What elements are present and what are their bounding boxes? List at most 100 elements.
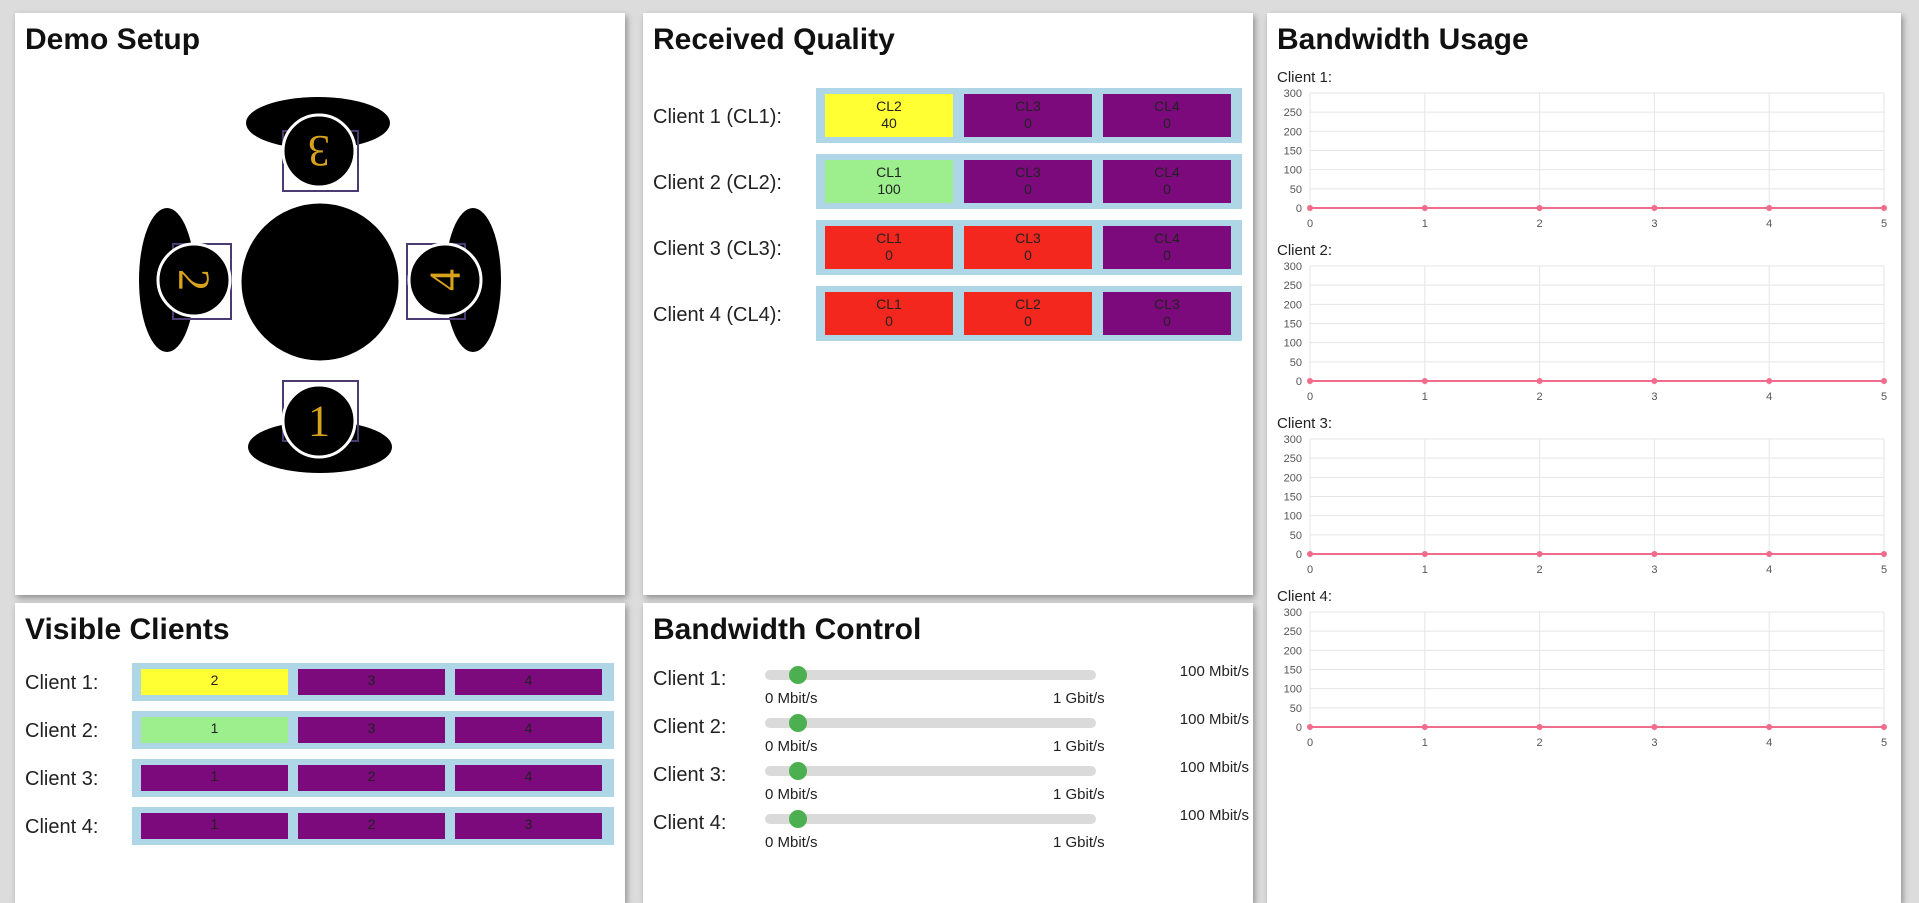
- received-quality-title: Received Quality: [653, 23, 895, 56]
- bandwidth-min-label: 0 Mbit/s: [765, 690, 818, 707]
- x-tick-label: 1: [1422, 391, 1428, 403]
- visible-row-label: Client 4:: [25, 816, 99, 838]
- data-point: [1421, 551, 1428, 557]
- visible-cell: 2: [141, 669, 288, 695]
- table-diagram: 3 2 4 1: [139, 97, 501, 473]
- quality-cells: CL1 0 CL3 0 CL4 0: [816, 220, 1242, 275]
- data-point: [1421, 205, 1428, 211]
- bandwidth-row-label: Client 2:: [653, 716, 727, 738]
- visible-cells: 123: [132, 807, 614, 845]
- data-point: [1766, 205, 1773, 211]
- seat-3-label: 3: [308, 127, 330, 176]
- seat-1-label: 1: [308, 397, 330, 446]
- usage-chart-plot: 0 50 100 150 200 250 300 0 1 2 3 4 5: [1284, 434, 1887, 576]
- x-tick-label: 2: [1537, 218, 1543, 230]
- bandwidth-slider[interactable]: [765, 762, 1096, 780]
- quality-cell-value: 0: [1163, 313, 1171, 329]
- usage-chart-plot: 0 50 100 150 200 250 300 0 1 2 3 4 5: [1284, 261, 1887, 403]
- quality-cell: CL3 0: [1103, 292, 1231, 335]
- quality-row: Client 1 (CL1): CL2 40 CL3 0 CL4 0: [653, 88, 1243, 144]
- data-point: [1881, 551, 1887, 557]
- y-tick-label: 200: [1284, 645, 1302, 657]
- x-tick-label: 3: [1651, 218, 1657, 230]
- bandwidth-usage-title: Bandwidth Usage: [1277, 23, 1529, 56]
- quality-cell: CL1 0: [825, 292, 953, 335]
- x-tick-label: 4: [1766, 737, 1772, 749]
- bandwidth-slider-thumb[interactable]: [789, 666, 808, 684]
- data-point: [1421, 378, 1428, 384]
- x-tick-label: 5: [1881, 391, 1887, 403]
- data-point: [1766, 378, 1773, 384]
- quality-cell-client: CL4: [1154, 164, 1180, 180]
- data-point: [1766, 724, 1773, 730]
- data-point: [1421, 724, 1428, 730]
- visible-cell: 1: [141, 813, 288, 839]
- seat-2: 2: [139, 208, 232, 352]
- quality-cell: CL1 100: [825, 160, 953, 203]
- visible-row: Client 1: 2 3 4: [25, 663, 615, 703]
- visible-row: Client 4: 1 2 3: [25, 807, 615, 847]
- quality-cell-value: 0: [1024, 247, 1032, 263]
- y-tick-label: 0: [1296, 722, 1302, 734]
- y-tick-label: 300: [1284, 607, 1302, 619]
- table-circle: [238, 200, 402, 364]
- visible-cell: 4: [455, 669, 602, 695]
- visible-cell: 1: [141, 765, 288, 791]
- y-tick-label: 50: [1290, 703, 1302, 715]
- quality-cells: CL2 40 CL3 0 CL4 0: [816, 88, 1242, 143]
- x-tick-label: 4: [1766, 564, 1772, 576]
- seat-3: 3: [246, 97, 390, 192]
- visible-clients-panel: Visible Clients Client 1: 2 3 4 Client 2: 1 3 4…: [15, 603, 625, 903]
- usage-chart-title: Client 3:: [1277, 415, 1333, 432]
- usage-chart-plot: 0 50 100 150 200 250 300 0 1 2 3 4 5: [1284, 607, 1887, 749]
- x-tick-label: 3: [1651, 737, 1657, 749]
- quality-cell-value: 0: [1024, 313, 1032, 329]
- bandwidth-min-label: 0 Mbit/s: [765, 738, 818, 755]
- data-point: [1307, 551, 1313, 557]
- y-tick-label: 250: [1284, 626, 1302, 638]
- visible-cells: 234: [132, 663, 614, 701]
- bandwidth-usage-panel: Bandwidth Usage Client 1: 0 50 100 150 200 250…: [1267, 13, 1901, 903]
- data-point: [1766, 551, 1773, 557]
- x-tick-label: 4: [1766, 391, 1772, 403]
- bandwidth-control-title: Bandwidth Control: [653, 613, 922, 646]
- quality-cell-client: CL4: [1154, 98, 1180, 114]
- quality-cells: CL1 100 CL3 0 CL4 0: [816, 154, 1242, 209]
- y-tick-label: 100: [1284, 338, 1302, 350]
- quality-cell-client: CL3: [1015, 230, 1041, 246]
- y-tick-label: 200: [1284, 472, 1302, 484]
- bandwidth-value: 100 Mbit/s: [1179, 663, 1249, 680]
- y-tick-label: 150: [1284, 492, 1302, 504]
- y-tick-label: 0: [1296, 549, 1302, 561]
- quality-cells: CL1 0 CL2 0 CL3 0: [816, 286, 1242, 341]
- bandwidth-slider[interactable]: [765, 666, 1096, 684]
- y-tick-label: 150: [1284, 319, 1302, 331]
- quality-cell-value: 0: [885, 247, 893, 263]
- visible-cell: 3: [298, 669, 445, 695]
- quality-cell-client: CL3: [1015, 164, 1041, 180]
- usage-chart-title: Client 4:: [1277, 588, 1333, 605]
- bandwidth-min-label: 0 Mbit/s: [765, 834, 818, 851]
- seat-1: 1: [248, 380, 392, 473]
- bandwidth-slider-thumb[interactable]: [789, 762, 808, 780]
- demo-setup-panel: Demo Setup 3 2 4 1: [15, 13, 625, 595]
- bandwidth-slider[interactable]: [765, 714, 1096, 732]
- bandwidth-slider[interactable]: [765, 810, 1096, 828]
- bandwidth-max-label: 1 Gbit/s: [1053, 834, 1105, 851]
- seat-2-label: 2: [170, 269, 219, 291]
- visible-cell: 2: [298, 765, 445, 791]
- quality-cell-value: 0: [1024, 181, 1032, 197]
- visible-row-label: Client 2:: [25, 720, 99, 742]
- quality-row-label: Client 1 (CL1):: [653, 106, 782, 128]
- quality-row: Client 2 (CL2): CL1 100 CL3 0 CL4 0: [653, 154, 1243, 210]
- quality-cell-client: CL3: [1015, 98, 1041, 114]
- bandwidth-row: Client 1: 0 Mbit/s 1 Gbit/s 100 Mbit/s: [653, 660, 1249, 708]
- quality-cell-client: CL4: [1154, 230, 1180, 246]
- bandwidth-slider-thumb[interactable]: [789, 810, 808, 828]
- x-tick-label: 4: [1766, 218, 1772, 230]
- quality-cell-client: CL1: [876, 230, 902, 246]
- x-tick-label: 1: [1422, 564, 1428, 576]
- y-tick-label: 300: [1284, 88, 1302, 100]
- bandwidth-slider-thumb[interactable]: [789, 714, 808, 732]
- y-tick-label: 0: [1296, 203, 1302, 215]
